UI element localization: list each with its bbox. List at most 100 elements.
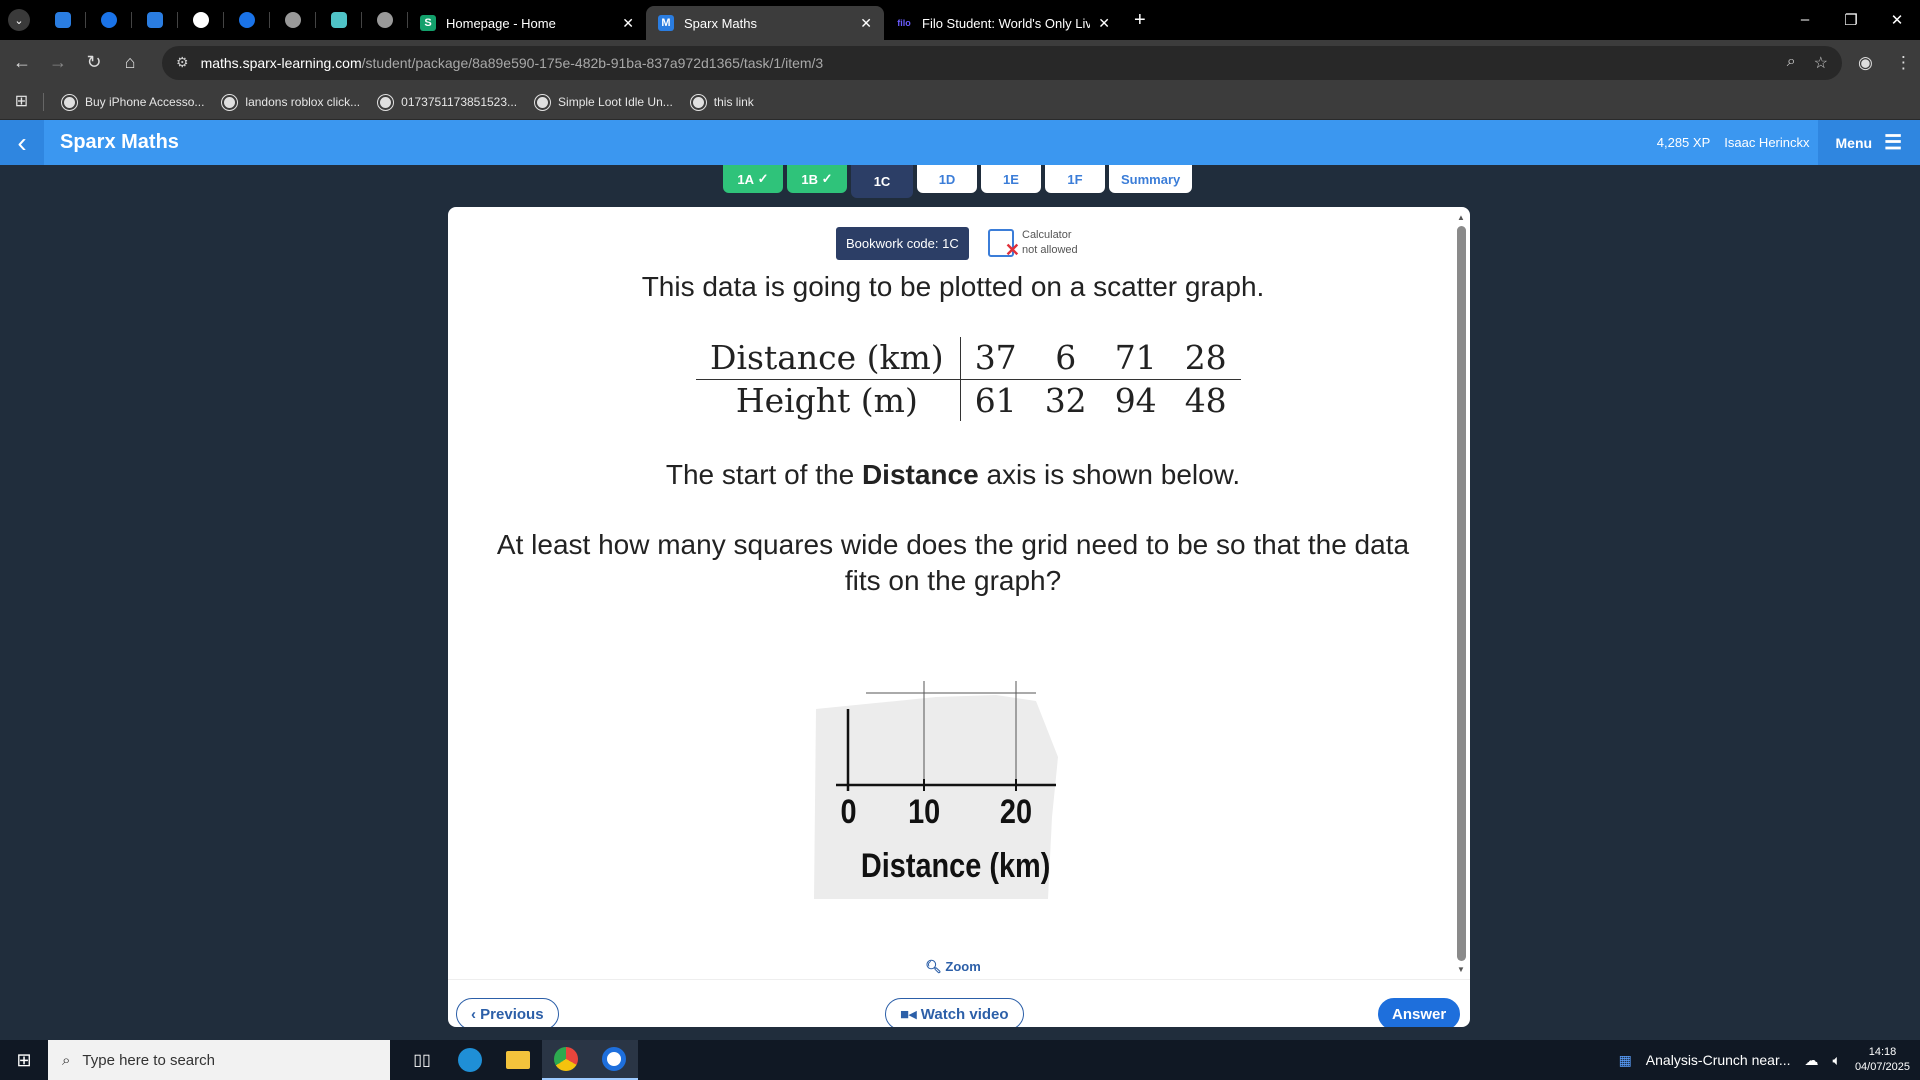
- axis-diagram[interactable]: 0 10 20 Distance (km): [806, 667, 1106, 907]
- pinned-tab[interactable]: [178, 12, 224, 28]
- pinned-tab[interactable]: [362, 12, 408, 28]
- answer-button[interactable]: Answer: [1378, 998, 1461, 1027]
- clock[interactable]: 14:18 04/07/2025: [1855, 1045, 1910, 1075]
- bookmark-item[interactable]: landons roblox click...: [221, 93, 360, 111]
- calculator-icon: ✕: [988, 229, 1020, 260]
- tab-1e[interactable]: 1E: [981, 165, 1041, 193]
- instruction-text: The start of the: [665, 459, 862, 490]
- tab-1a[interactable]: 1A ✓: [723, 165, 783, 193]
- check-icon: ✓: [757, 171, 769, 186]
- pinned-tab[interactable]: [40, 12, 86, 28]
- zoom-button[interactable]: 🔍︎ Zoom: [448, 959, 1458, 975]
- tab-homepage[interactable]: S Homepage - Home ✕: [408, 6, 646, 40]
- more-icon[interactable]: ⋮: [1895, 53, 1912, 73]
- bookwork-code: Bookwork code: 1C: [836, 227, 969, 260]
- menu-button[interactable]: Menu ☰: [1817, 120, 1920, 165]
- url-input[interactable]: ⚙ maths.sparx-learning.com/student/packa…: [162, 45, 1842, 80]
- globe-icon: [377, 93, 395, 111]
- profile-icon[interactable]: ◉: [1858, 53, 1873, 73]
- button-label: Watch video: [920, 1005, 1009, 1023]
- pinned-tab[interactable]: [132, 12, 178, 28]
- tick-label: 0: [840, 792, 856, 831]
- taskbar-search-input[interactable]: ⌕ Type here to search: [48, 1040, 390, 1080]
- weather-widget-icon[interactable]: ▦: [1619, 1052, 1632, 1069]
- globe-icon: [689, 93, 707, 111]
- tab-1c[interactable]: 1C: [851, 165, 913, 198]
- question-intro: This data is going to be plotted on a sc…: [641, 271, 1265, 302]
- edge-icon[interactable]: [446, 1040, 494, 1080]
- pinned-tabs: [40, 12, 408, 28]
- scrollbar[interactable]: ▲ ▼: [1456, 213, 1466, 988]
- search-icon: ⌕: [62, 1051, 71, 1069]
- pinned-tab[interactable]: [224, 12, 270, 28]
- file-explorer-icon[interactable]: [494, 1040, 542, 1080]
- tab-filo[interactable]: filo Filo Student: World's Only Live ✕: [884, 6, 1122, 40]
- bookmark-item[interactable]: Simple Loot Idle Un...: [534, 93, 673, 111]
- windows-start-icon[interactable]: ⊞: [0, 1050, 48, 1071]
- bookmark-label: Simple Loot Idle Un...: [558, 95, 673, 109]
- site-info-icon[interactable]: ⚙: [176, 54, 189, 71]
- time: 14:18: [1868, 1046, 1897, 1058]
- tab-1b[interactable]: 1B ✓: [787, 165, 847, 193]
- question-prompt: At least how many squares wide does the …: [496, 529, 1410, 596]
- tab-summary[interactable]: Summary: [1109, 165, 1193, 193]
- bookmark-item[interactable]: 0173751173851523...: [377, 93, 517, 111]
- data-table: Distance (km) 37 6 71 28 Height (m) 61 3…: [696, 337, 1241, 421]
- axis-instruction: The start of the Distance axis is shown …: [448, 459, 1458, 491]
- bookmark-label: this link: [713, 95, 754, 109]
- tab-title: Homepage - Home: [446, 15, 556, 31]
- address-bar-row: ← → ↻ ⌂ ⚙ maths.sparx-learning.com/stude…: [0, 40, 1920, 85]
- tab-label: 1A: [737, 171, 755, 187]
- table-cell: 37: [960, 337, 1031, 380]
- back-icon[interactable]: ←: [4, 52, 40, 73]
- new-tab-icon[interactable]: +: [1134, 9, 1146, 32]
- table-cell: 61: [974, 380, 1017, 420]
- chrome-icon[interactable]: [542, 1040, 590, 1080]
- zoom-label: Zoom: [945, 959, 981, 974]
- tab-sparx-maths[interactable]: M Sparx Maths ✕: [646, 6, 884, 40]
- tab-label: 1B: [801, 171, 819, 187]
- pinned-tab[interactable]: [316, 12, 362, 28]
- chevron-left-icon[interactable]: ‹: [0, 120, 44, 165]
- close-window-icon[interactable]: ✕: [1874, 11, 1920, 29]
- restore-icon[interactable]: ❐: [1828, 11, 1874, 29]
- cross-icon: ✕: [1004, 240, 1020, 260]
- button-label: Previous: [480, 1005, 544, 1023]
- bookmark-label: Buy iPhone Accesso...: [85, 95, 205, 109]
- notification-text[interactable]: Analysis-Crunch near...: [1646, 1052, 1791, 1068]
- app-title: Sparx Maths: [60, 131, 179, 153]
- reload-icon[interactable]: ↻: [76, 52, 112, 73]
- close-icon[interactable]: ✕: [1098, 15, 1110, 32]
- apps-grid-icon[interactable]: ⊞: [0, 93, 44, 111]
- bookmark-item[interactable]: this link: [689, 93, 754, 111]
- previous-button[interactable]: ‹ Previous: [456, 998, 559, 1027]
- tab-1d[interactable]: 1D: [917, 165, 977, 193]
- close-icon[interactable]: ✕: [860, 15, 872, 32]
- video-camera-icon: ■◂: [900, 1006, 921, 1023]
- sparx-taskbar-icon[interactable]: [590, 1040, 638, 1080]
- globe-icon: [534, 93, 552, 111]
- task-view-icon[interactable]: ▯▯: [398, 1040, 446, 1080]
- scroll-up-icon[interactable]: ▲: [1456, 213, 1466, 222]
- bookmark-star-icon[interactable]: ☆: [1814, 53, 1828, 73]
- minimize-icon[interactable]: –: [1782, 11, 1828, 29]
- watch-video-button[interactable]: ■◂ Watch video: [885, 998, 1024, 1027]
- volume-icon[interactable]: 🔈︎: [1833, 1052, 1841, 1069]
- zoom-icon[interactable]: ⌕: [1787, 53, 1796, 73]
- scrollbar-thumb[interactable]: [1456, 226, 1466, 961]
- table-cell: 28: [1170, 337, 1241, 380]
- bookmark-item[interactable]: Buy iPhone Accesso...: [61, 93, 205, 111]
- pinned-tab[interactable]: [86, 12, 132, 28]
- close-icon[interactable]: ✕: [622, 15, 634, 32]
- tab-label: 1D: [938, 171, 956, 187]
- home-icon[interactable]: ⌂: [112, 52, 148, 73]
- forward-icon[interactable]: →: [40, 52, 76, 73]
- onedrive-icon[interactable]: ☁: [1805, 1052, 1819, 1069]
- pinned-tab[interactable]: [270, 12, 316, 28]
- sparx-maths-icon: M: [658, 15, 674, 31]
- tab-search-button[interactable]: ⌄: [8, 9, 30, 31]
- axis-label: Distance (km): [861, 846, 1050, 885]
- globe-icon: [221, 93, 239, 111]
- browser-tab-bar: ⌄ S Homepage - Home ✕ M Sparx Maths ✕ fi…: [0, 0, 1920, 40]
- tab-1f[interactable]: 1F: [1045, 165, 1105, 193]
